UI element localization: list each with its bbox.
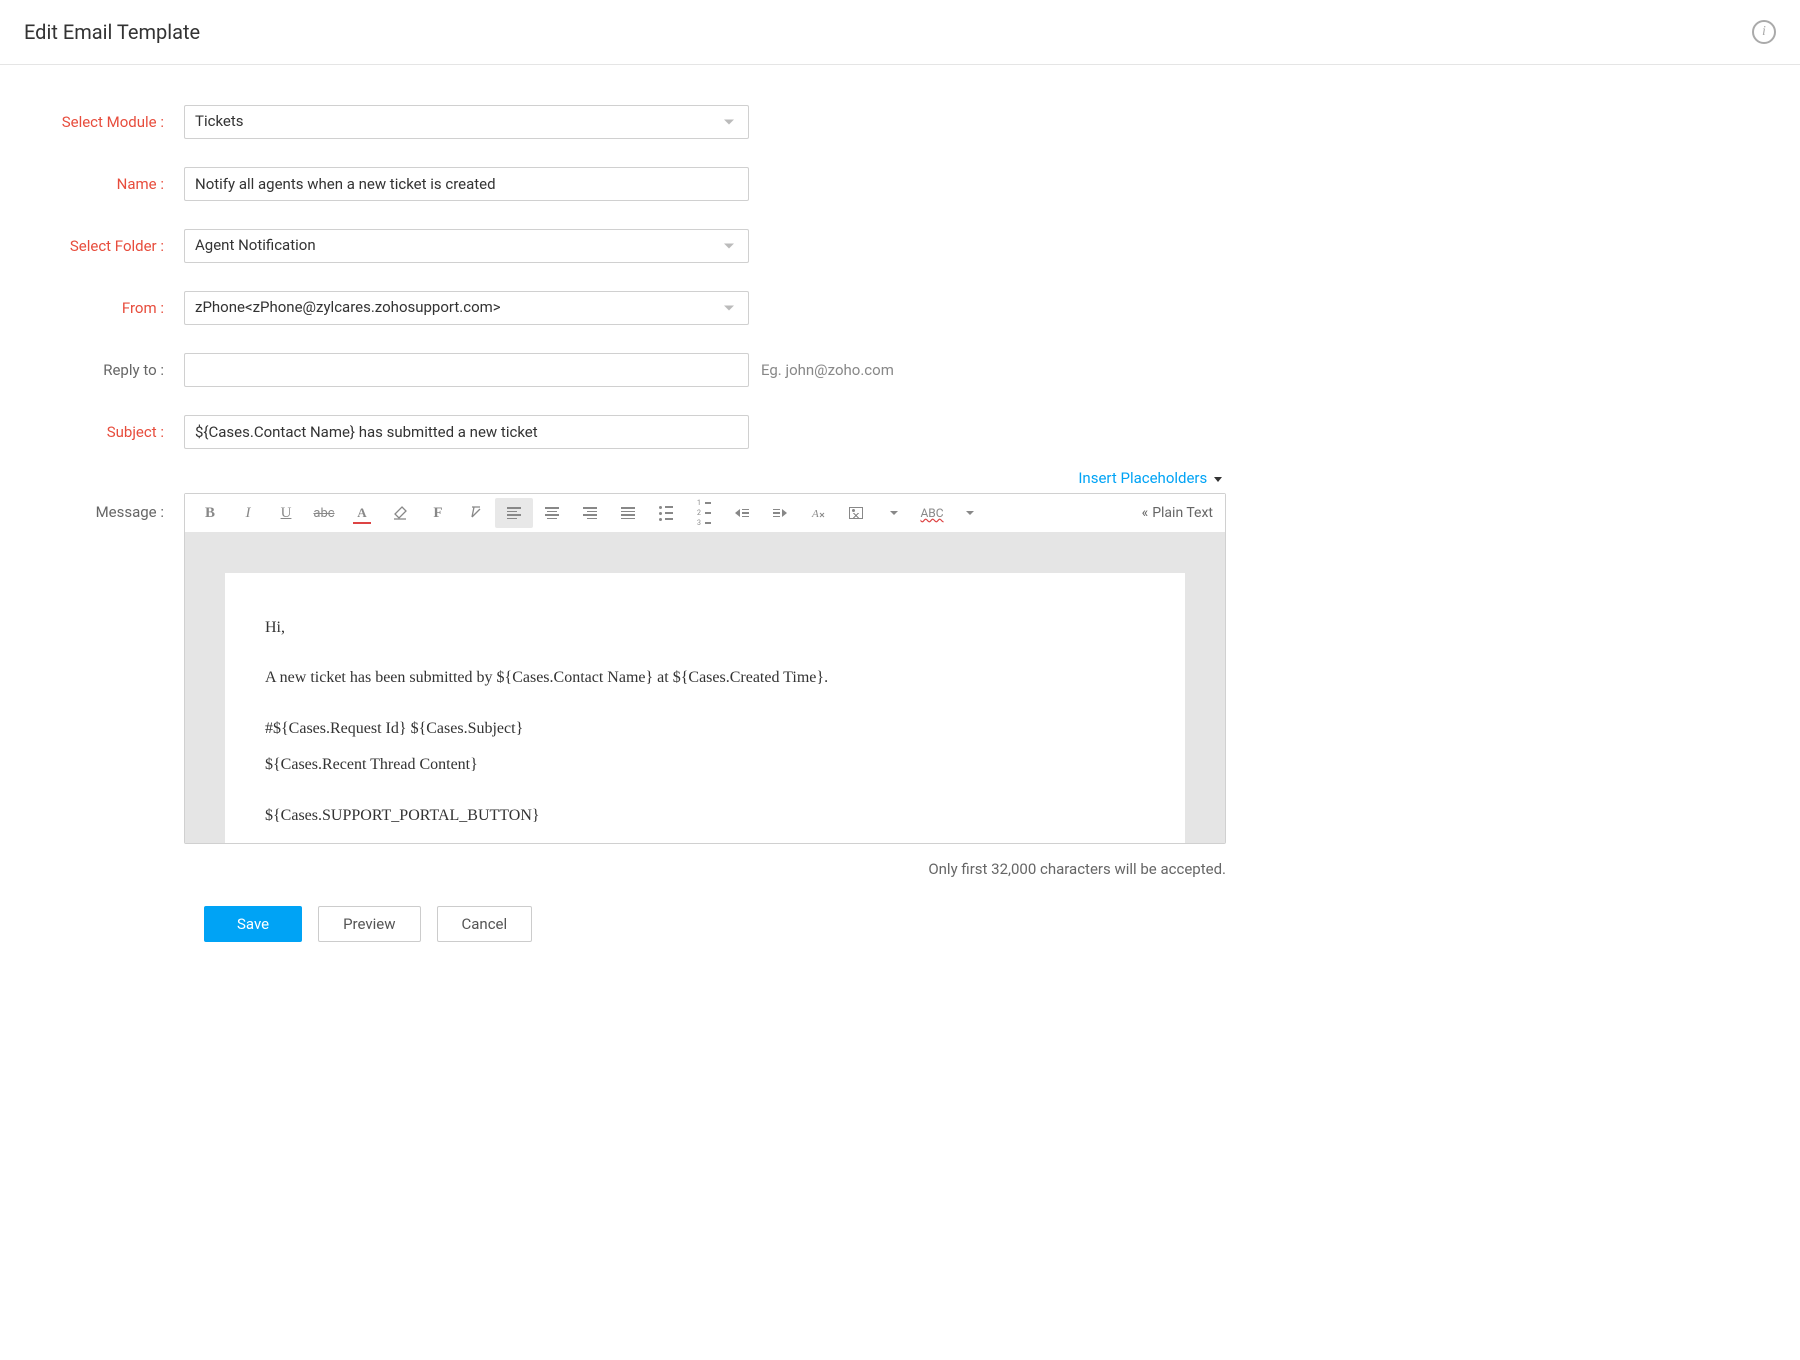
insert-placeholders-row: Insert Placeholders: [24, 469, 1226, 487]
editor-line: ${Cases.SUPPORT_PORTAL_BUTTON}: [265, 801, 1145, 831]
remove-format-icon[interactable]: A: [799, 498, 837, 528]
preview-button[interactable]: Preview: [318, 906, 420, 942]
label-from: From :: [24, 299, 184, 317]
editor-line: ${Cases.Recent Thread Content}: [265, 750, 1145, 780]
row-reply-to: Reply to : Eg. john@zoho.com: [24, 353, 1226, 387]
cancel-button[interactable]: Cancel: [437, 906, 533, 942]
row-select-module: Select Module : Tickets: [24, 105, 1226, 139]
decrease-indent-icon[interactable]: [723, 498, 761, 528]
italic-icon[interactable]: I: [229, 498, 267, 528]
input-subject[interactable]: [184, 415, 749, 449]
editor-toolbar: B I U abc A F: [185, 494, 1225, 533]
font-family-icon[interactable]: F: [419, 498, 457, 528]
char-limit-note: Only first 32,000 characters will be acc…: [184, 860, 1226, 878]
row-message: Message : B I U abc A F: [24, 493, 1226, 878]
select-from[interactable]: zPhone<zPhone@zylcares.zohosupport.com>: [184, 291, 749, 325]
select-module[interactable]: Tickets: [184, 105, 749, 139]
ordered-list-icon[interactable]: 123: [685, 498, 723, 528]
align-right-icon[interactable]: [571, 498, 609, 528]
label-message: Message :: [24, 493, 184, 521]
font-color-icon[interactable]: A: [343, 498, 381, 528]
caret-down-icon: [1214, 477, 1222, 482]
align-left-icon[interactable]: [495, 498, 533, 528]
more-dropdown-icon[interactable]: [875, 498, 913, 528]
image-icon[interactable]: [837, 498, 875, 528]
plain-text-toggle[interactable]: Plain Text: [1136, 505, 1219, 521]
label-select-folder: Select Folder :: [24, 237, 184, 255]
editor-line: A new ticket has been submitted by ${Cas…: [265, 663, 1145, 693]
editor-body[interactable]: Hi, A new ticket has been submitted by $…: [185, 533, 1225, 843]
select-folder[interactable]: Agent Notification: [184, 229, 749, 263]
link-insert-placeholders[interactable]: Insert Placeholders: [1078, 469, 1222, 487]
row-from: From : zPhone<zPhone@zylcares.zohosuppor…: [24, 291, 1226, 325]
spellcheck-dropdown-icon[interactable]: [951, 498, 989, 528]
page-header: Edit Email Template i: [0, 0, 1800, 65]
bold-icon[interactable]: B: [191, 498, 229, 528]
input-name[interactable]: [184, 167, 749, 201]
save-button[interactable]: Save: [204, 906, 302, 942]
unordered-list-icon[interactable]: [647, 498, 685, 528]
page-title: Edit Email Template: [24, 20, 200, 44]
underline-icon[interactable]: U: [267, 498, 305, 528]
label-name: Name :: [24, 175, 184, 193]
editor-page[interactable]: Hi, A new ticket has been submitted by $…: [225, 573, 1185, 843]
svg-text:A: A: [811, 508, 819, 520]
hint-reply-to: Eg. john@zoho.com: [761, 361, 894, 379]
increase-indent-icon[interactable]: [761, 498, 799, 528]
align-center-icon[interactable]: [533, 498, 571, 528]
form-container: Select Module : Tickets Name : Select Fo…: [0, 65, 1250, 966]
label-reply-to: Reply to :: [24, 361, 184, 379]
row-subject: Subject :: [24, 415, 1226, 449]
strikethrough-icon[interactable]: abc: [305, 498, 343, 528]
spellcheck-icon[interactable]: ABC: [913, 498, 951, 528]
background-color-icon[interactable]: [381, 498, 419, 528]
editor-line: Hi,: [265, 613, 1145, 643]
editor-line: #${Cases.Request Id} ${Cases.Subject}: [265, 714, 1145, 744]
align-justify-icon[interactable]: [609, 498, 647, 528]
row-select-folder: Select Folder : Agent Notification: [24, 229, 1226, 263]
button-row: Save Preview Cancel: [204, 906, 1226, 942]
input-reply-to[interactable]: [184, 353, 749, 387]
info-icon[interactable]: i: [1752, 20, 1776, 44]
label-select-module: Select Module :: [24, 113, 184, 131]
row-name: Name :: [24, 167, 1226, 201]
clear-formatting-icon[interactable]: [457, 498, 495, 528]
editor-container: B I U abc A F: [184, 493, 1226, 844]
label-subject: Subject :: [24, 423, 184, 441]
